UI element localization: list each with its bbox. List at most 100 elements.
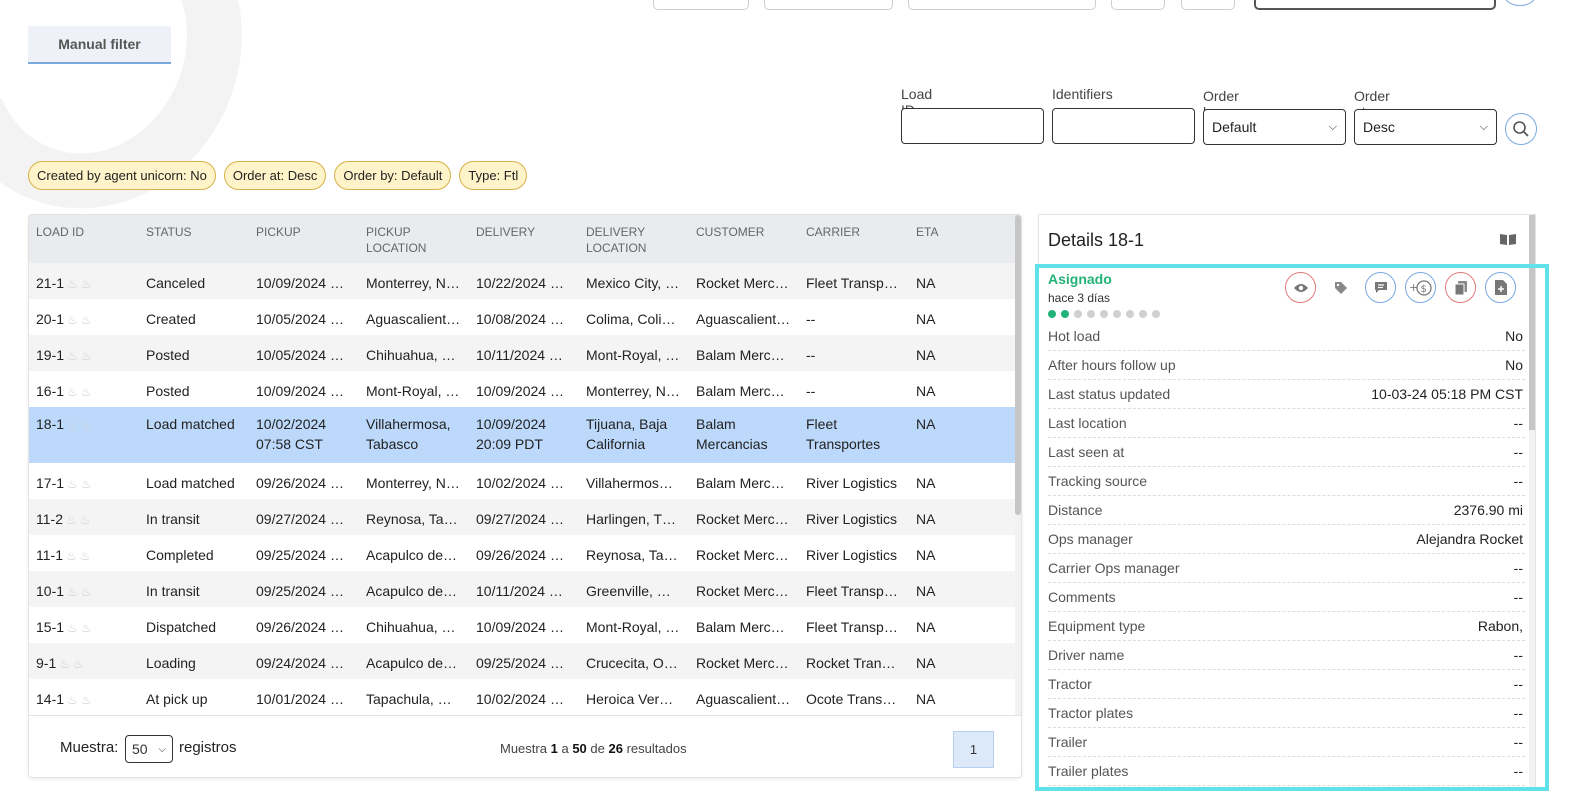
flame-icon[interactable]: ♨ [73, 654, 84, 674]
detail-value: -- [1513, 444, 1523, 460]
summary-of-word: de [590, 741, 605, 756]
cell-text: -- [806, 383, 816, 399]
copy-button[interactable] [1445, 272, 1476, 303]
flame-icon[interactable]: ♨ [81, 690, 92, 710]
column-header[interactable]: CUSTOMER [696, 224, 764, 240]
column-header[interactable]: DELIVERY [476, 224, 535, 240]
flame-icon[interactable]: ♨ [81, 382, 92, 402]
cell-text: Rocket Merc… [696, 275, 789, 291]
cell-text: Mexico City, … [586, 275, 680, 291]
detail-value: -- [1513, 589, 1523, 605]
flame-icon[interactable]: ♨ [67, 310, 78, 330]
detail-row: Comments -- [1048, 583, 1525, 612]
cell-text: Colima, Coli… [586, 311, 676, 327]
flame-icon[interactable]: ♨ [66, 546, 77, 566]
cell-text: 09/27/2024 … [256, 511, 344, 527]
flame-icon[interactable]: ♨ [67, 346, 78, 366]
table-row[interactable]: 17-1 ♨ ♨ Load matched 09/26/2024 … Monterrey,… [29, 463, 1017, 499]
toolbar-control[interactable] [1181, 0, 1235, 10]
message-button[interactable] [1365, 272, 1396, 303]
table-row[interactable]: 15-1 ♨ ♨ Dispatched 09/26/2024 … Chihuahua, …… [29, 607, 1017, 643]
order-at-select[interactable]: Desc ⌵ [1354, 109, 1497, 145]
table-row[interactable]: 19-1 ♨ ♨ Posted 10/05/2024 … Chihuahua, … 10/1… [29, 335, 1017, 371]
table-scroll-thumb[interactable] [1015, 215, 1021, 515]
table-row[interactable]: 20-1 ♨ ♨ Created 10/05/2024 … Aguascalient… 10… [29, 299, 1017, 335]
book-icon[interactable] [1499, 232, 1517, 246]
flame-icon[interactable]: ♨ [81, 582, 92, 602]
toolbar-control[interactable] [1111, 0, 1165, 10]
flame-icon[interactable]: ♨ [80, 546, 91, 566]
page-button-current[interactable]: 1 [953, 731, 994, 768]
column-header[interactable]: ETA [916, 224, 938, 240]
cell-text: 10/02/2024 … [476, 475, 564, 491]
tab-manual-filter[interactable]: Manual filter [28, 26, 171, 64]
flame-icon[interactable]: ♨ [67, 382, 78, 402]
details-scrollbar[interactable] [1529, 215, 1535, 787]
cell-text: 10/08/2024 … [476, 311, 564, 327]
filter-chip[interactable]: Created by agent unicorn: No [28, 161, 216, 190]
search-button[interactable] [1505, 113, 1537, 145]
flame-icon[interactable]: ♨ [67, 582, 78, 602]
page-size-select[interactable]: 50 ⌵ [125, 735, 173, 763]
table-row[interactable]: 10-1 ♨ ♨ In transit 09/25/2024 … Acapulco de…… [29, 571, 1017, 607]
table-row[interactable]: 18-1 ♨ ♨ Load matched 10/02/2024 07:58 CST Vi… [29, 407, 1017, 463]
cell-status: Created [146, 309, 244, 329]
load-id-input[interactable] [901, 108, 1044, 144]
table-row[interactable]: 11-1 ♨ ♨ Completed 09/25/2024 … Acapulco de… 0… [29, 535, 1017, 571]
details-scroll-thumb[interactable] [1529, 215, 1535, 430]
flame-icon[interactable]: ♨ [66, 510, 77, 530]
flame-icon[interactable]: ♨ [67, 690, 78, 710]
column-header[interactable]: CARRIER [806, 224, 860, 240]
view-button[interactable] [1285, 272, 1316, 303]
table-scrollbar[interactable] [1015, 215, 1021, 777]
page-size-value: 50 [132, 741, 148, 757]
tag-button[interactable] [1325, 272, 1356, 303]
toolbar-control[interactable] [764, 0, 893, 10]
table-row[interactable]: 11-2 ♨ ♨ In transit 09/27/2024 … Reynosa, Ta…… [29, 499, 1017, 535]
flame-icon[interactable]: ♨ [81, 415, 92, 435]
order-by-select[interactable]: Default ⌵ [1203, 109, 1346, 145]
table-row[interactable]: 14-1 ♨ ♨ At pick up 10/01/2024 … Tapachula, …… [29, 679, 1017, 715]
toolbar-control[interactable] [908, 0, 1096, 10]
flame-icon[interactable]: ♨ [81, 274, 92, 294]
cell-pickup: 09/26/2024 … [256, 617, 354, 637]
filter-chip[interactable]: Type: Ftl [459, 161, 528, 190]
cell-customer: Balam Mercancias [696, 414, 794, 454]
table-row[interactable]: 21-1 ♨ ♨ Canceled 10/09/2024 … Monterrey, N… 1… [29, 263, 1017, 299]
flame-icon[interactable]: ♨ [80, 510, 91, 530]
flame-icon[interactable]: ♨ [81, 310, 92, 330]
detail-row: Carrier Ops manager -- [1048, 554, 1525, 583]
detail-value: 10-03-24 05:18 PM CST [1371, 386, 1523, 402]
toolbar-search-field[interactable] [1254, 0, 1496, 10]
cell-text: 18-1 [36, 416, 65, 432]
column-header[interactable]: PICKUP LOCATION [366, 224, 456, 256]
detail-key: Tracking source [1048, 473, 1148, 489]
flame-icon[interactable]: ♨ [67, 415, 78, 435]
flame-icon[interactable]: ♨ [81, 618, 92, 638]
progress-dot [1113, 310, 1121, 318]
flame-icon[interactable]: ♨ [59, 654, 70, 674]
flame-icon[interactable]: ♨ [67, 274, 78, 294]
flame-icon[interactable]: ♨ [67, 474, 78, 494]
column-header[interactable]: DELIVERY LOCATION [586, 224, 676, 256]
toolbar-round-button[interactable] [1505, 0, 1535, 6]
cell-eta: NA [916, 509, 1014, 529]
column-header[interactable]: STATUS [146, 224, 192, 240]
flame-icon[interactable]: ♨ [81, 474, 92, 494]
column-header[interactable]: LOAD ID [36, 224, 84, 240]
toolbar-control[interactable] [653, 0, 749, 10]
flame-icon[interactable]: ♨ [67, 618, 78, 638]
detail-key: Last location [1048, 415, 1127, 431]
table-row[interactable]: 16-1 ♨ ♨ Posted 10/09/2024 … Mont-Royal, … 10/… [29, 371, 1017, 407]
detail-row: Last status updated 10-03-24 05:18 PM CST [1048, 380, 1525, 409]
filter-chip[interactable]: Order at: Desc [223, 161, 327, 190]
detail-row: Last location -- [1048, 409, 1525, 438]
add-document-button[interactable] [1485, 272, 1516, 303]
filter-chip[interactable]: Order by: Default [334, 161, 452, 190]
identifiers-input[interactable] [1052, 108, 1195, 144]
flame-icon[interactable]: ♨ [81, 346, 92, 366]
column-header[interactable]: PICKUP [256, 224, 301, 240]
cell-text: Greenville, … [586, 583, 671, 599]
add-charge-button[interactable]: + $ [1405, 272, 1436, 303]
table-row[interactable]: 9-1 ♨ ♨ Loading 09/24/2024 … Acapulco de… 09/2… [29, 643, 1017, 679]
